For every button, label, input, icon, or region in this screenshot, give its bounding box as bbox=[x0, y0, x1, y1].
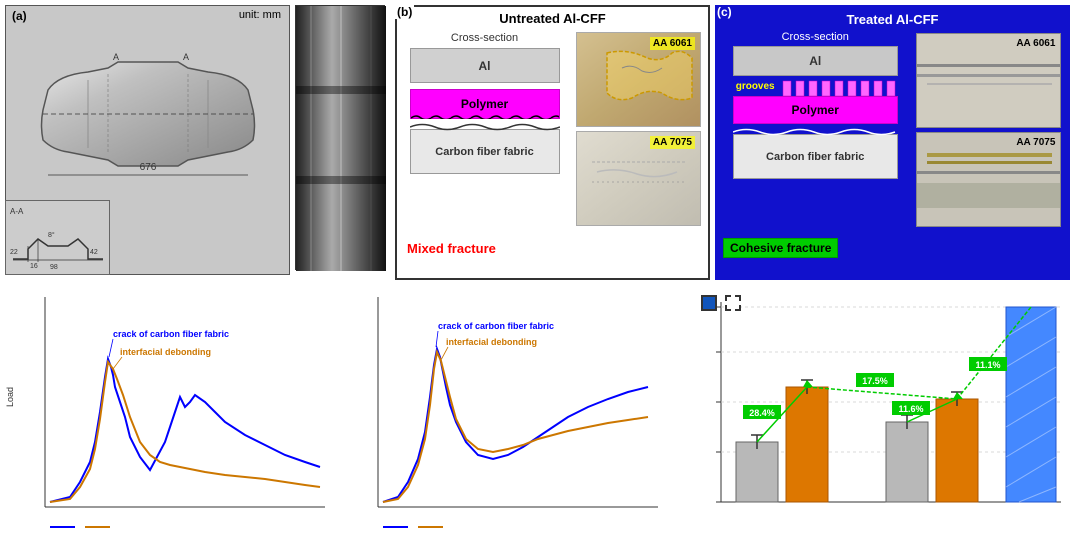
panel-c-img-aa6061: AA 6061 bbox=[916, 33, 1061, 128]
line-chart-2: crack of carbon fiber fabric interfacial… bbox=[338, 287, 666, 539]
specimen-photo-svg bbox=[296, 6, 386, 271]
panel-c-fracture: Cohesive fracture bbox=[723, 238, 838, 258]
svg-text:98: 98 bbox=[50, 264, 58, 271]
bar-chart: 28.4% 11.6% 17.5% 11.1% bbox=[671, 287, 1071, 539]
bar-legend bbox=[701, 295, 741, 311]
line-chart-1: crack of carbon fiber fabric interfacial… bbox=[5, 287, 333, 539]
panel-b-img-aa6061: AA 6061 bbox=[576, 32, 701, 127]
panel-a-unit: unit: mm bbox=[239, 9, 281, 21]
panel-b-img-aa7075: AA 7075 bbox=[576, 131, 701, 226]
line-chart-2-svg: crack of carbon fiber fabric interfacial… bbox=[338, 287, 666, 539]
line-chart-1-svg: crack of carbon fiber fabric interfacial… bbox=[5, 287, 333, 539]
panel-a-label: (a) bbox=[12, 9, 27, 23]
panel-c-photos: AA 6061 AA 7075 bbox=[912, 29, 1067, 270]
panel-b-outer-label: (b) bbox=[395, 5, 414, 19]
svg-text:22: 22 bbox=[10, 249, 18, 256]
svg-text:A: A bbox=[183, 52, 189, 62]
svg-text:17.5%: 17.5% bbox=[862, 376, 888, 386]
panel-b-layer-polymer: Polymer bbox=[410, 89, 560, 119]
panel-c: Treated Al-CFF Cross-section Al grooves bbox=[715, 5, 1070, 280]
panel-c-layer-polymer: Polymer bbox=[733, 96, 898, 124]
panel-c-cross-label: Cross-section bbox=[718, 29, 912, 43]
panel-c-layers: Al grooves bbox=[733, 46, 898, 211]
panel-b-fracture: Mixed fracture bbox=[407, 241, 496, 256]
svg-text:interfacial debonding: interfacial debonding bbox=[120, 347, 211, 357]
svg-text:crack of carbon fiber fabric: crack of carbon fiber fabric bbox=[438, 321, 554, 331]
svg-text:Load: Load bbox=[5, 387, 15, 407]
panel-b-layer-al: Al bbox=[410, 48, 560, 83]
panel-c-diagram: Cross-section Al grooves bbox=[718, 29, 912, 270]
panel-c-layer-al: Al bbox=[733, 46, 898, 76]
panel-b-label-6061: AA 6061 bbox=[650, 37, 695, 50]
cross-section-sub: A-A 16 22 8° 42 98 bbox=[5, 200, 110, 275]
panel-b-diagram: Cross-section Al Polymer Carbon fiber fa… bbox=[397, 28, 572, 271]
panel-b-cross-label: Cross-section bbox=[397, 28, 572, 44]
panel-b-layers: Al Polymer Carbon fiber fabric bbox=[410, 48, 560, 208]
legend-dashed-box bbox=[725, 295, 741, 311]
panel-b-title: Untreated Al-CFF bbox=[397, 7, 708, 28]
svg-text:16: 16 bbox=[30, 263, 38, 270]
specimen-photo bbox=[295, 5, 385, 270]
svg-text:A-A: A-A bbox=[10, 207, 24, 216]
panel-b-layer-cff: Carbon fiber fabric bbox=[410, 129, 560, 174]
panel-b-label-7075: AA 7075 bbox=[650, 136, 695, 149]
svg-text:8°: 8° bbox=[48, 231, 55, 239]
legend-solid-box bbox=[701, 295, 717, 311]
panel-c-title: Treated Al-CFF bbox=[718, 8, 1067, 29]
panel-b-photos: AA 6061 bbox=[572, 28, 707, 271]
panel-b: Untreated Al-CFF Cross-section Al Polyme… bbox=[395, 5, 710, 280]
grooves-svg bbox=[778, 76, 898, 96]
bar-chart-svg: 28.4% 11.6% 17.5% 11.1% bbox=[671, 287, 1071, 539]
svg-text:crack of carbon fiber fabric: crack of carbon fiber fabric bbox=[113, 329, 229, 339]
svg-text:11.6%: 11.6% bbox=[898, 404, 923, 414]
svg-text:11.1%: 11.1% bbox=[975, 360, 1000, 370]
svg-text:A: A bbox=[113, 52, 119, 62]
panel-c-label-7075: AA 7075 bbox=[1016, 137, 1055, 148]
panel-c-outer-label: (c) bbox=[715, 5, 734, 19]
panel-c-content: Cross-section Al grooves bbox=[718, 29, 1067, 270]
aa-cross-section-svg: A-A 16 22 8° 42 98 bbox=[8, 204, 108, 272]
svg-text:28.4%: 28.4% bbox=[749, 408, 775, 418]
panel-b-content: Cross-section Al Polymer Carbon fiber fa… bbox=[397, 28, 708, 271]
panel-c-img-aa7075: AA 7075 bbox=[916, 132, 1061, 227]
svg-text:interfacial debonding: interfacial debonding bbox=[446, 337, 537, 347]
svg-text:676: 676 bbox=[139, 162, 156, 173]
panel-c-layer-cff: Carbon fiber fabric bbox=[733, 134, 898, 179]
grooves-label: grooves bbox=[736, 81, 775, 92]
panel-c-label-6061: AA 6061 bbox=[1016, 38, 1055, 49]
svg-text:42: 42 bbox=[90, 249, 98, 256]
